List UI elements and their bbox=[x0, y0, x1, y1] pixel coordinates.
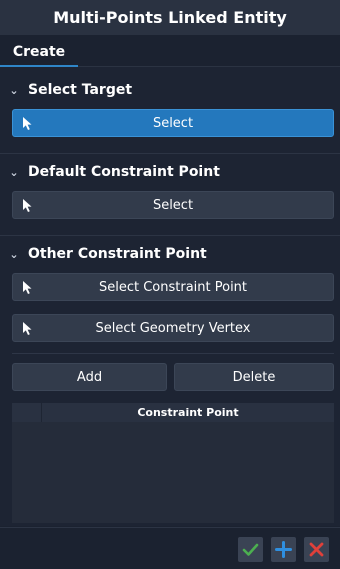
window-title: Multi-Points Linked Entity bbox=[0, 0, 340, 35]
chevron-down-icon: ⌄ bbox=[9, 165, 19, 179]
select-target-button-label: Select bbox=[152, 115, 194, 131]
divider bbox=[12, 353, 334, 354]
section-header-select-target[interactable]: ⌄ Select Target bbox=[0, 75, 340, 105]
section-divider bbox=[0, 235, 340, 236]
table-header: Constraint Point bbox=[12, 403, 334, 422]
cursor-arrow-icon bbox=[23, 117, 32, 130]
constraint-point-table[interactable]: Constraint Point bbox=[12, 403, 334, 523]
cursor-arrow-icon bbox=[23, 322, 32, 335]
section-divider bbox=[0, 153, 340, 154]
select-target-button[interactable]: Select bbox=[12, 109, 334, 137]
add-button[interactable]: Add bbox=[12, 363, 167, 391]
section-header-default-constraint-point[interactable]: ⌄ Default Constraint Point bbox=[0, 157, 340, 187]
delete-button[interactable]: Delete bbox=[174, 363, 334, 391]
footer-toolbar bbox=[0, 527, 340, 569]
select-default-constraint-point-button-label: Select bbox=[152, 197, 194, 213]
select-constraint-point-button[interactable]: Select Constraint Point bbox=[12, 273, 334, 301]
select-geometry-vertex-button-label: Select Geometry Vertex bbox=[95, 320, 251, 336]
cursor-arrow-icon bbox=[23, 199, 32, 212]
confirm-button[interactable] bbox=[238, 537, 263, 562]
select-geometry-vertex-button[interactable]: Select Geometry Vertex bbox=[12, 314, 334, 342]
cancel-button[interactable] bbox=[304, 537, 329, 562]
tab-bar: Create bbox=[0, 38, 340, 67]
select-default-constraint-point-button[interactable]: Select bbox=[12, 191, 334, 219]
section-header-other-constraint-point[interactable]: ⌄ Other Constraint Point bbox=[0, 239, 340, 269]
section-title-select-target: Select Target bbox=[28, 82, 133, 98]
plus-icon bbox=[275, 541, 292, 558]
section-title-default-constraint-point: Default Constraint Point bbox=[28, 164, 220, 180]
chevron-down-icon: ⌄ bbox=[9, 83, 19, 97]
close-icon bbox=[309, 542, 324, 557]
create-panel: ⌄ Select Target Select ⌄ Default Constra… bbox=[0, 67, 340, 526]
column-header-constraint-point[interactable]: Constraint Point bbox=[42, 403, 334, 422]
tab-create[interactable]: Create bbox=[0, 38, 78, 67]
select-constraint-point-button-label: Select Constraint Point bbox=[98, 279, 248, 295]
check-icon bbox=[242, 543, 259, 556]
chevron-down-icon: ⌄ bbox=[9, 247, 19, 261]
apply-button[interactable] bbox=[271, 537, 296, 562]
section-title-other-constraint-point: Other Constraint Point bbox=[28, 246, 207, 262]
table-index-header bbox=[12, 403, 42, 422]
cursor-arrow-icon bbox=[23, 281, 32, 294]
